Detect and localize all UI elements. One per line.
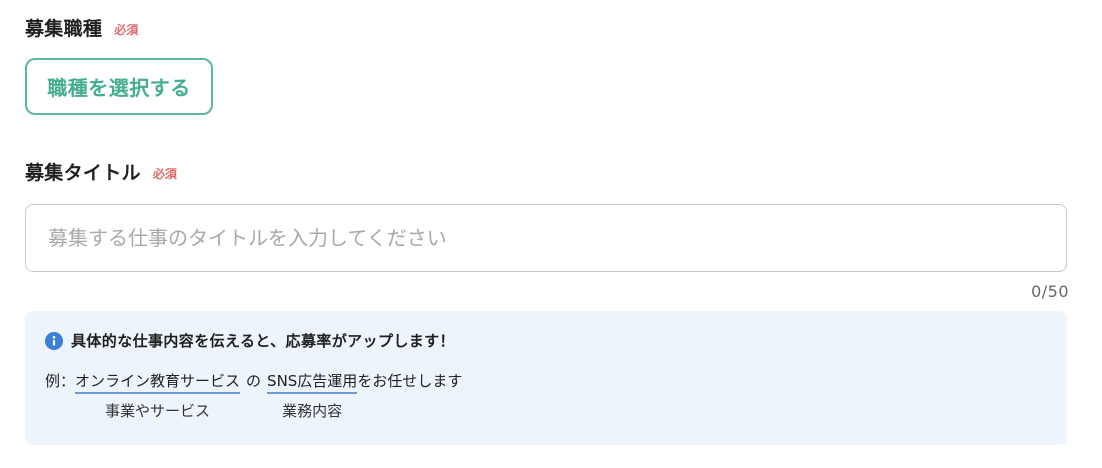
job-type-label: 募集職種	[25, 18, 103, 40]
char-counter: 0/50	[1031, 282, 1069, 301]
example-business-group: オンライン教育サービス 事業やサービス	[75, 371, 241, 420]
example-suffix: をお任せします	[357, 372, 463, 390]
job-title-label: 募集タイトル	[25, 162, 141, 184]
job-title-label-row: 募集タイトル 必須	[25, 164, 177, 183]
example-sentence: 例： オンライン教育サービス 事業やサービス の SNS広告運用 業務内容 をお…	[45, 371, 462, 420]
example-task-group: SNS広告運用 業務内容	[267, 371, 358, 420]
job-title-input[interactable]	[25, 204, 1067, 272]
example-prefix: 例：	[45, 372, 76, 390]
caption-task: 業務内容	[282, 402, 343, 420]
example-business: オンライン教育サービス	[75, 371, 241, 394]
tip-header: 具体的な仕事内容を伝えると、応募率がアップします！	[45, 330, 455, 351]
example-connector: の	[246, 372, 262, 390]
required-badge: 必須	[152, 166, 177, 181]
info-icon	[45, 331, 63, 350]
job-type-label-row: 募集職種 必須	[25, 20, 138, 39]
caption-business: 事業やサービス	[105, 402, 211, 420]
example-task: SNS広告運用	[267, 371, 358, 394]
tip-heading: 具体的な仕事内容を伝えると、応募率がアップします！	[71, 332, 455, 350]
required-badge: 必須	[114, 22, 139, 37]
tip-box: 具体的な仕事内容を伝えると、応募率がアップします！ 例： オンライン教育サービス…	[25, 311, 1067, 445]
select-job-type-button[interactable]: 職種を選択する	[25, 58, 213, 115]
